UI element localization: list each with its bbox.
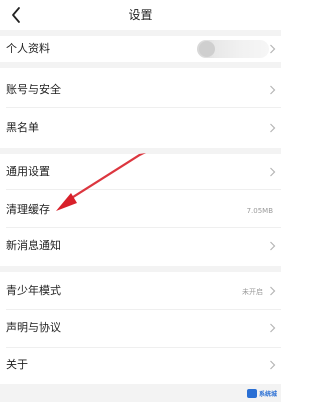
settings-row-account-security[interactable]: 账号与安全	[0, 68, 281, 108]
settings-row-label: 声明与协议	[6, 321, 61, 334]
settings-row-label: 关于	[6, 358, 28, 371]
chevron-right-icon	[270, 85, 276, 95]
settings-row-teen-mode[interactable]: 青少年模式 未开启	[0, 272, 281, 310]
settings-row-label: 新消息通知	[6, 239, 61, 252]
chevron-right-icon	[270, 323, 276, 333]
chevron-right-icon	[270, 44, 276, 54]
settings-row-label: 账号与安全	[6, 83, 61, 96]
avatar	[199, 41, 215, 57]
settings-row-general[interactable]: 通用设置	[0, 154, 281, 190]
settings-row-label: 通用设置	[6, 165, 50, 178]
watermark-logo-icon	[246, 388, 257, 398]
settings-row-label: 个人资料	[6, 42, 50, 55]
settings-row-label: 青少年模式	[6, 284, 61, 297]
page-title: 设置	[128, 8, 153, 22]
settings-row-profile[interactable]: 个人资料	[0, 36, 281, 62]
settings-row-notifications[interactable]: 新消息通知	[0, 228, 281, 266]
settings-row-blacklist[interactable]: 黑名单	[0, 108, 281, 148]
chevron-right-icon	[270, 286, 276, 296]
chevron-right-icon	[270, 123, 276, 133]
settings-row-clear-cache[interactable]: 清理缓存 7.05MB	[0, 190, 281, 228]
watermark: 系统城	[246, 387, 277, 399]
settings-row-label: 清理缓存	[6, 203, 50, 216]
teen-mode-status: 未开启	[242, 288, 263, 296]
settings-row-terms[interactable]: 声明与协议	[0, 310, 281, 348]
chevron-right-icon	[270, 167, 276, 177]
bottom-gap	[0, 384, 281, 402]
settings-row-about[interactable]: 关于	[0, 348, 281, 384]
blurred-avatar	[197, 40, 269, 58]
nav-header: 设置	[0, 0, 281, 30]
chevron-right-icon	[270, 360, 276, 370]
watermark-text: 系统城	[258, 390, 277, 398]
chevron-right-icon	[270, 241, 276, 251]
settings-row-label: 黑名单	[6, 121, 39, 134]
cache-size-value: 7.05MB	[246, 207, 273, 215]
